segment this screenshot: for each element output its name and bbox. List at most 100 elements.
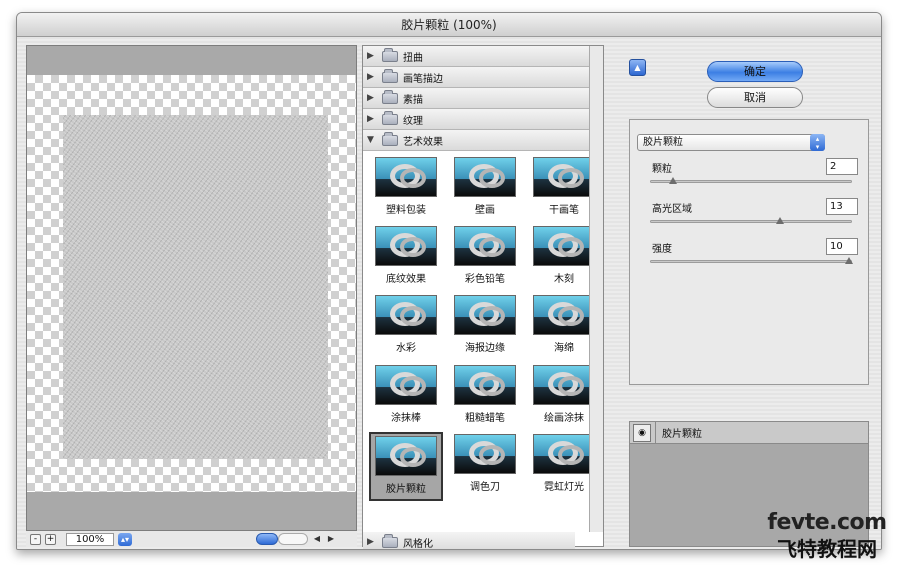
filter-preview-image — [533, 226, 595, 267]
param-label: 颗粒 — [652, 164, 672, 175]
param-slider[interactable] — [650, 177, 852, 184]
filter-thumb[interactable]: 调色刀 — [448, 432, 522, 501]
horizontal-scroll-track[interactable] — [278, 533, 308, 545]
filter-thumb[interactable]: 涂抹棒 — [369, 363, 443, 432]
folder-row[interactable]: ▶ 素描 — [363, 88, 589, 109]
folder-icon — [382, 110, 398, 125]
filter-thumb[interactable]: 海报边缘 — [448, 293, 522, 362]
filter-preview-image — [454, 295, 516, 336]
cancel-button[interactable]: 取消 — [707, 87, 803, 108]
chevron-down-icon[interactable]: ▼ — [367, 135, 377, 145]
filter-thumb-label: 调色刀 — [470, 481, 500, 493]
filter-thumb-label: 涂抹棒 — [391, 412, 421, 424]
slider-thumb[interactable] — [845, 257, 853, 264]
effect-layer-row[interactable]: ◉ 胶片颗粒 — [630, 421, 868, 444]
filter-thumb[interactable]: 胶片颗粒 — [369, 431, 443, 501]
gallery-scrollbar[interactable] — [589, 46, 603, 532]
filter-thumb-label: 干画笔 — [549, 205, 579, 216]
filter-select[interactable]: 胶片颗粒 ▴ ▾ — [637, 134, 825, 151]
slider-thumb[interactable] — [668, 177, 677, 184]
filter-preview-image — [533, 433, 595, 474]
folder-label: 艺术效果 — [403, 136, 443, 148]
filter-thumb-label: 绘画涂抹 — [544, 412, 584, 424]
folder-row[interactable]: ▶ 扭曲 — [363, 46, 589, 67]
filter-thumb-label: 海报边缘 — [465, 343, 505, 355]
chevron-right-icon[interactable]: ▶ — [367, 93, 377, 103]
param-label: 高光区域 — [652, 204, 692, 215]
select-stepper-icon[interactable]: ▴ ▾ — [810, 134, 825, 151]
preview-top-bar — [27, 46, 356, 75]
zoom-in-button[interactable]: + — [45, 533, 56, 545]
folder-row[interactable]: ▶ 风格化 — [363, 532, 575, 550]
window-title: 胶片颗粒 (100%) — [17, 13, 881, 37]
folder-label: 扭曲 — [403, 52, 423, 64]
eye-icon[interactable]: ◉ — [633, 423, 651, 442]
effect-layer-label: 胶片颗粒 — [662, 429, 702, 440]
param-value-field[interactable]: 10 — [826, 238, 858, 255]
scroll-right-icon[interactable]: ▶ — [326, 533, 336, 545]
filter-thumb[interactable]: 壁画 — [448, 155, 522, 224]
filter-preview-image — [454, 433, 516, 474]
filter-preview-image — [533, 364, 595, 405]
ok-button[interactable]: 确定 — [707, 61, 803, 82]
chevron-right-icon[interactable]: ▶ — [367, 537, 377, 547]
window-body: - + 100% ▴▾ ◀ ▶ ▶ 扭曲 ▶ 画笔描边 ▶ 素描 ▶ 纹理 ▼ 艺术效果 塑料… — [17, 37, 881, 549]
zoom-bar: - + 100% ▴▾ ◀ ▶ — [26, 531, 357, 547]
folder-row[interactable]: ▶ 纹理 — [363, 109, 589, 130]
filter-thumb-label: 彩色铅笔 — [465, 274, 505, 286]
zoom-dropdown-icon[interactable]: ▴▾ — [118, 532, 132, 546]
filter-thumb-label: 粗糙蜡笔 — [465, 412, 505, 424]
filter-thumb-label: 木刻 — [554, 274, 574, 286]
param-value-field[interactable]: 13 — [826, 198, 858, 215]
filter-thumb[interactable]: 塑料包装 — [369, 155, 443, 224]
chevron-right-icon[interactable]: ▶ — [367, 72, 377, 82]
filter-thumb[interactable]: 底纹效果 — [369, 224, 443, 293]
filter-thumb[interactable]: 水彩 — [369, 293, 443, 362]
filter-thumb-label: 塑料包装 — [386, 205, 426, 216]
zoom-out-button[interactable]: - — [30, 533, 41, 545]
preview-panel — [26, 45, 357, 531]
chevron-right-icon[interactable]: ▶ — [367, 114, 377, 124]
folder-label: 素描 — [403, 94, 423, 106]
filter-preview-image — [375, 364, 437, 405]
folder-icon — [382, 533, 398, 548]
horizontal-scroll-thumb[interactable] — [256, 533, 278, 545]
filter-preview-image — [454, 157, 516, 197]
filter-thumb[interactable]: 彩色铅笔 — [448, 224, 522, 293]
folder-label: 风格化 — [403, 538, 433, 550]
folder-row-open[interactable]: ▼ 艺术效果 — [363, 130, 589, 151]
filter-gallery: ▶ 扭曲 ▶ 画笔描边 ▶ 素描 ▶ 纹理 ▼ 艺术效果 塑料包装 壁画 干画笔底纹效果 彩色铅笔 木… — [362, 45, 604, 550]
filter-preview-image — [375, 157, 437, 197]
param-label: 强度 — [652, 244, 672, 255]
filter-settings-panel: 胶片颗粒 ▴ ▾ 颗粒 2 高光区域 13 强度 10 — [629, 119, 869, 385]
watermark-domain: fevte.com — [767, 510, 887, 535]
filter-select-value: 胶片颗粒 — [643, 137, 683, 148]
param-slider[interactable] — [650, 217, 852, 224]
filter-preview-image — [375, 435, 437, 476]
site-watermark: fevte.com 飞特教程网 — [762, 510, 892, 564]
param-value-field[interactable]: 2 — [826, 158, 858, 175]
filter-preview-image — [533, 157, 595, 197]
folder-label: 纹理 — [403, 115, 423, 127]
folder-label: 画笔描边 — [403, 73, 443, 85]
folder-row[interactable]: ▶ 画笔描边 — [363, 67, 589, 88]
filter-preview-image — [375, 295, 437, 336]
folder-icon — [382, 68, 398, 83]
folder-icon — [382, 131, 398, 146]
slider-thumb[interactable] — [776, 217, 785, 224]
chevron-right-icon[interactable]: ▶ — [367, 51, 377, 61]
param-slider[interactable] — [650, 257, 853, 264]
zoom-field[interactable]: 100% — [66, 532, 114, 546]
preview-image — [63, 115, 328, 459]
filter-preview-image — [454, 364, 516, 405]
preview-canvas[interactable] — [27, 75, 356, 494]
scroll-left-icon[interactable]: ◀ — [312, 533, 322, 545]
filter-thumbnails: 塑料包装 壁画 干画笔底纹效果 彩色铅笔 木刻水彩 海报边缘 海绵涂抹棒 粗糙蜡笔 绘画涂抹胶片… — [363, 151, 603, 501]
filter-preview-image — [375, 226, 437, 267]
watermark-name: 飞特教程网 — [777, 537, 877, 561]
filter-thumb[interactable]: 粗糙蜡笔 — [448, 363, 522, 432]
filter-thumb-label: 水彩 — [396, 343, 416, 355]
filter-thumb-label: 海绵 — [554, 343, 574, 355]
collapse-gallery-icon[interactable]: ▲ — [629, 59, 646, 76]
filter-preview-image — [454, 226, 516, 267]
